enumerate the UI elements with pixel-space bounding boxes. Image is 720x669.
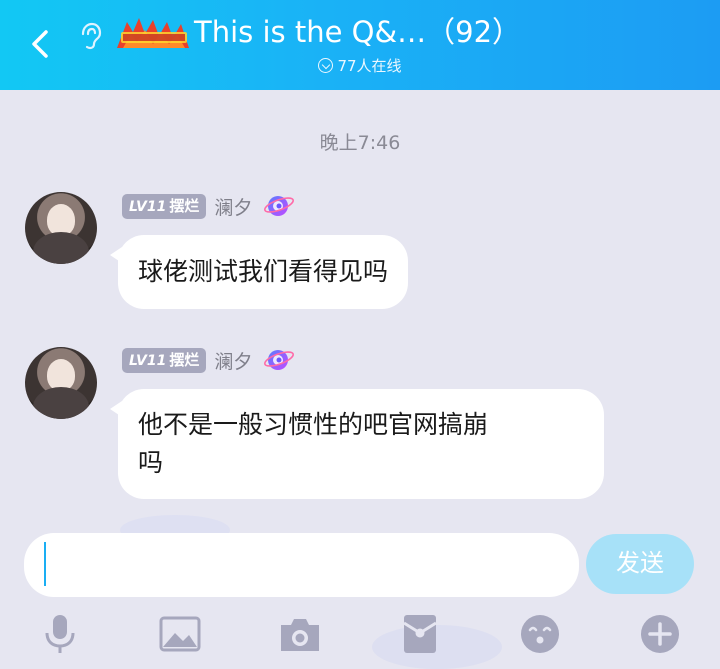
planet-icon xyxy=(264,196,295,216)
avatar[interactable] xyxy=(25,192,97,264)
message-bubble[interactable]: 球佬测试我们看得见吗 xyxy=(109,235,409,309)
member-level-badge: LV11 摆烂 xyxy=(122,193,207,219)
send-button[interactable]: 发送 xyxy=(586,534,694,594)
red-packet-icon[interactable] xyxy=(397,611,443,657)
message-item: LV11 摆烂 澜夕 他不是一般习惯性的吧官网搞崩 吗 xyxy=(0,345,720,505)
level-tag: 摆烂 xyxy=(169,196,200,215)
sender-meta: LV11 摆烂 澜夕 xyxy=(122,346,296,374)
group-logo-badge xyxy=(117,18,189,48)
image-icon[interactable] xyxy=(157,611,203,657)
message-input[interactable] xyxy=(24,533,579,597)
sender-nickname[interactable]: 澜夕 xyxy=(214,347,252,374)
avatar[interactable] xyxy=(25,347,97,419)
sender-nickname[interactable]: 澜夕 xyxy=(214,193,252,220)
online-count[interactable]: 77人在线 xyxy=(0,55,720,77)
ear-icon[interactable] xyxy=(74,20,104,52)
input-toolbar xyxy=(0,607,720,669)
input-bar: 发送 xyxy=(0,527,720,607)
level-text: LV11 xyxy=(129,352,167,369)
message-timestamp: 晚上7:46 xyxy=(319,132,401,154)
text-caret xyxy=(44,542,46,586)
plus-icon[interactable] xyxy=(637,611,683,657)
level-text: LV11 xyxy=(129,198,167,215)
sender-meta: LV11 摆烂 澜夕 xyxy=(122,192,296,220)
microphone-icon[interactable] xyxy=(37,611,83,657)
camera-icon[interactable] xyxy=(277,611,323,657)
message-text-line-1: 他不是一般习惯性的吧官网搞崩 xyxy=(138,410,489,439)
online-count-label: 77人在线 xyxy=(337,57,402,75)
message-bubble[interactable]: 他不是一般习惯性的吧官网搞崩 吗 xyxy=(110,389,604,499)
chevron-down-icon xyxy=(318,58,334,73)
planet-icon xyxy=(264,350,295,370)
chat-header: This is the Q&…（92） 77人在线 xyxy=(0,0,720,90)
member-level-badge: LV11 摆烂 xyxy=(122,347,207,373)
emoji-icon[interactable] xyxy=(517,611,563,657)
group-title[interactable]: This is the Q&…（92） xyxy=(194,12,521,52)
message-list[interactable]: 晚上7:46 LV11摆烂 澜夕 球佬测试我们看得见吗 LV11摆烂 澜夕 xyxy=(0,90,720,527)
message-text-line-2: 吗 xyxy=(138,448,164,477)
message-item: LV11 摆烂 澜夕 球佬测试我们看得见吗 xyxy=(0,190,720,310)
level-tag: 摆烂 xyxy=(169,350,200,369)
message-text: 球佬测试我们看得见吗 xyxy=(138,257,389,286)
